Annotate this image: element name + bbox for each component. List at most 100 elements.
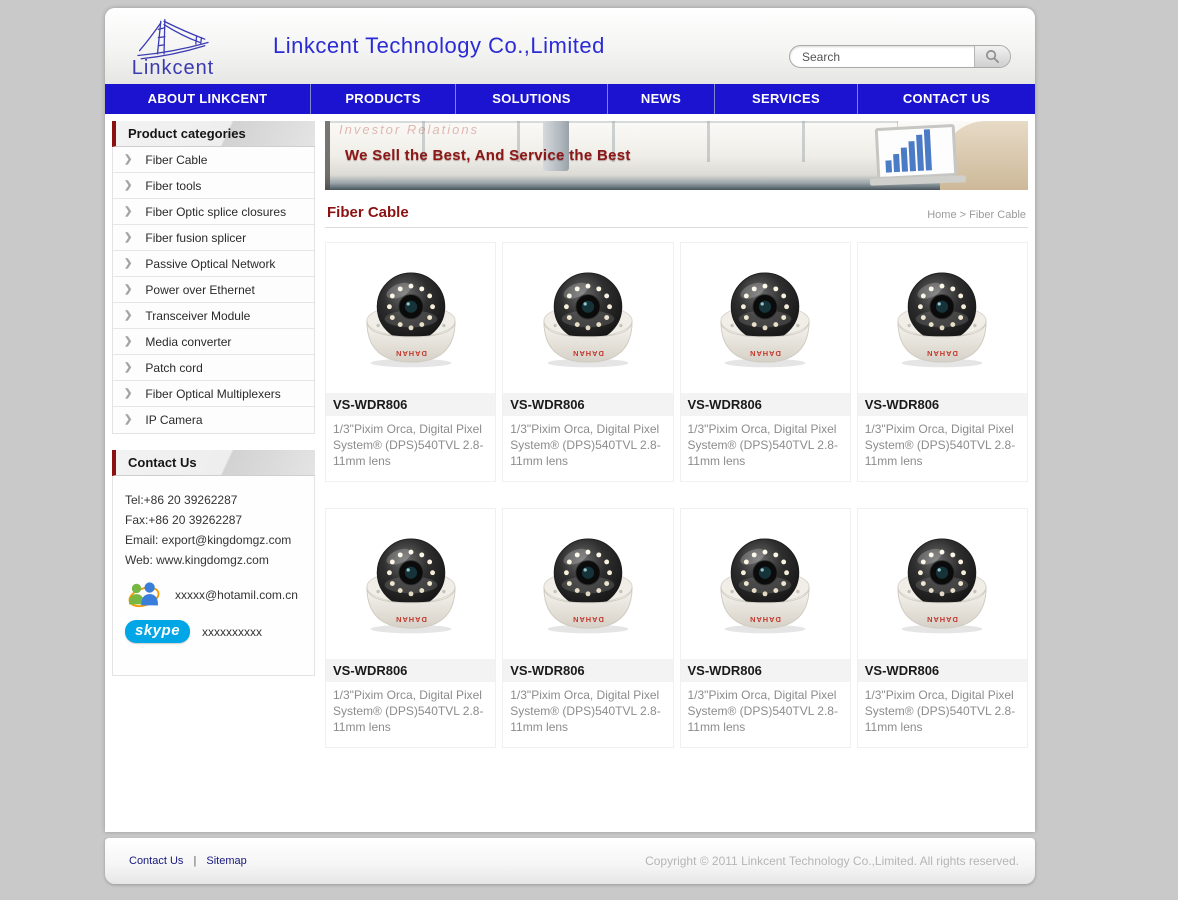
product-image[interactable] [858, 243, 1027, 393]
product-description: 1/3"Pixim Orca, Digital Pixel System® (D… [858, 416, 1027, 481]
title-divider [325, 227, 1028, 228]
product-categories-title: Product categories [112, 121, 315, 147]
contact-title: Contact Us [112, 450, 315, 476]
product-name[interactable]: VS-WDR806 [681, 659, 850, 682]
category-item-label: Transceiver Module [145, 303, 250, 329]
category-item[interactable]: ❯ Patch cord [113, 355, 314, 381]
product-categories-box: Product categories ❯ Fiber Cable ❯ Fiber… [112, 121, 315, 434]
search-box [789, 45, 1011, 68]
category-item[interactable]: ❯ Media converter [113, 329, 314, 355]
category-item[interactable]: ❯ Passive Optical Network [113, 251, 314, 277]
product-card[interactable]: VS-WDR806 1/3"Pixim Orca, Digital Pixel … [502, 242, 673, 482]
chevron-right-icon: ❯ [124, 303, 132, 329]
footer-link-separator: | [193, 855, 196, 867]
nav-item[interactable]: ABOUT LINKCENT [105, 84, 310, 114]
category-item-label: Fiber Optic splice closures [145, 199, 286, 225]
contact-lines: Tel:+86 20 39262287Fax:+86 20 39262287Em… [125, 490, 314, 570]
nav-item[interactable]: SERVICES [714, 84, 857, 114]
dome-camera-image [527, 257, 649, 379]
contact-line: Web: www.kingdomgz.com [125, 550, 314, 570]
search-button[interactable] [974, 46, 1010, 67]
product-card[interactable]: VS-WDR806 1/3"Pixim Orca, Digital Pixel … [325, 242, 496, 482]
product-name[interactable]: VS-WDR806 [503, 393, 672, 416]
product-card[interactable]: VS-WDR806 1/3"Pixim Orca, Digital Pixel … [857, 242, 1028, 482]
category-item-label: Media converter [145, 329, 231, 355]
footer-sitemap-link[interactable]: Sitemap [206, 855, 246, 867]
skype-contact-text: xxxxxxxxxx [202, 625, 262, 639]
dome-camera-image [527, 523, 649, 645]
product-image[interactable] [503, 509, 672, 659]
category-item[interactable]: ❯ Fiber tools [113, 173, 314, 199]
category-item[interactable]: ❯ IP Camera [113, 407, 314, 433]
banner-watermark: Investor Relations [339, 122, 479, 137]
product-description: 1/3"Pixim Orca, Digital Pixel System® (D… [326, 416, 495, 481]
product-name[interactable]: VS-WDR806 [858, 393, 1027, 416]
breadcrumb-current: Fiber Cable [969, 209, 1026, 221]
logo[interactable]: Linkcent [113, 14, 233, 78]
skype-logo: skype [125, 620, 190, 643]
product-image[interactable] [858, 509, 1027, 659]
chevron-right-icon: ❯ [124, 381, 132, 407]
chevron-right-icon: ❯ [124, 277, 132, 303]
product-description: 1/3"Pixim Orca, Digital Pixel System® (D… [681, 682, 850, 747]
product-description: 1/3"Pixim Orca, Digital Pixel System® (D… [681, 416, 850, 481]
product-image[interactable] [326, 243, 495, 393]
chevron-right-icon: ❯ [124, 251, 132, 277]
laptop-chart-graphic [876, 126, 966, 184]
product-image[interactable] [503, 243, 672, 393]
footer-contact-us-link[interactable]: Contact Us [129, 855, 183, 867]
main-nav: ABOUT LINKCENTPRODUCTSSOLUTIONSNEWSSERVI… [105, 84, 1035, 114]
product-card[interactable]: VS-WDR806 1/3"Pixim Orca, Digital Pixel … [680, 242, 851, 482]
chevron-right-icon: ❯ [124, 173, 132, 199]
dome-camera-image [350, 257, 472, 379]
page-container: Linkcent Linkcent Technology Co.,Limited… [105, 8, 1035, 832]
banner: Investor Relations We Sell the Best, And… [325, 121, 1028, 190]
category-item[interactable]: ❯ Fiber fusion splicer [113, 225, 314, 251]
product-name[interactable]: VS-WDR806 [326, 393, 495, 416]
product-image[interactable] [681, 243, 850, 393]
product-description: 1/3"Pixim Orca, Digital Pixel System® (D… [858, 682, 1027, 747]
nav-item[interactable]: NEWS [607, 84, 714, 114]
breadcrumb-home-link[interactable]: Home [927, 209, 956, 221]
msn-contact-text: xxxxx@hotamil.com.cn [175, 588, 298, 602]
chevron-right-icon: ❯ [124, 199, 132, 225]
product-card[interactable]: VS-WDR806 1/3"Pixim Orca, Digital Pixel … [502, 508, 673, 748]
nav-item[interactable]: PRODUCTS [310, 84, 455, 114]
product-card[interactable]: VS-WDR806 1/3"Pixim Orca, Digital Pixel … [680, 508, 851, 748]
product-grid: VS-WDR806 1/3"Pixim Orca, Digital Pixel … [325, 242, 1028, 748]
category-item[interactable]: ❯ Fiber Optical Multiplexers [113, 381, 314, 407]
product-image[interactable] [681, 509, 850, 659]
category-item-label: Patch cord [145, 355, 202, 381]
product-name[interactable]: VS-WDR806 [681, 393, 850, 416]
product-name[interactable]: VS-WDR806 [503, 659, 672, 682]
category-item-label: Fiber fusion splicer [145, 225, 246, 251]
sidebar: Product categories ❯ Fiber Cable ❯ Fiber… [112, 121, 315, 748]
contact-box: Contact Us Tel:+86 20 39262287Fax:+86 20… [112, 450, 315, 676]
laptop-screen [875, 124, 958, 180]
bridge-logo-icon [136, 18, 210, 62]
dome-camera-image [704, 523, 826, 645]
product-card[interactable]: VS-WDR806 1/3"Pixim Orca, Digital Pixel … [325, 508, 496, 748]
dome-camera-image [881, 257, 1003, 379]
product-name[interactable]: VS-WDR806 [858, 659, 1027, 682]
category-item-label: Fiber Optical Multiplexers [145, 381, 280, 407]
product-image[interactable] [326, 509, 495, 659]
search-input[interactable] [790, 46, 974, 67]
category-item[interactable]: ❯ Transceiver Module [113, 303, 314, 329]
page-title: Fiber Cable [327, 204, 409, 221]
msn-row: xxxxx@hotamil.com.cn [125, 580, 314, 610]
nav-item[interactable]: CONTACT US [857, 84, 1035, 114]
category-item[interactable]: ❯ Fiber Optic splice closures [113, 199, 314, 225]
category-item[interactable]: ❯ Power over Ethernet [113, 277, 314, 303]
contact-body: Tel:+86 20 39262287Fax:+86 20 39262287Em… [112, 476, 315, 676]
product-name[interactable]: VS-WDR806 [326, 659, 495, 682]
site-header: Linkcent Linkcent Technology Co.,Limited [105, 8, 1035, 84]
category-list: ❯ Fiber Cable ❯ Fiber tools ❯ Fiber Opti… [112, 147, 315, 434]
category-item[interactable]: ❯ Fiber Cable [113, 147, 314, 173]
nav-item[interactable]: SOLUTIONS [455, 84, 607, 114]
product-card[interactable]: VS-WDR806 1/3"Pixim Orca, Digital Pixel … [857, 508, 1028, 748]
product-description: 1/3"Pixim Orca, Digital Pixel System® (D… [503, 416, 672, 481]
msn-messenger-icon [125, 580, 163, 610]
magnifier-icon [985, 49, 1000, 64]
chevron-right-icon: ❯ [124, 329, 132, 355]
